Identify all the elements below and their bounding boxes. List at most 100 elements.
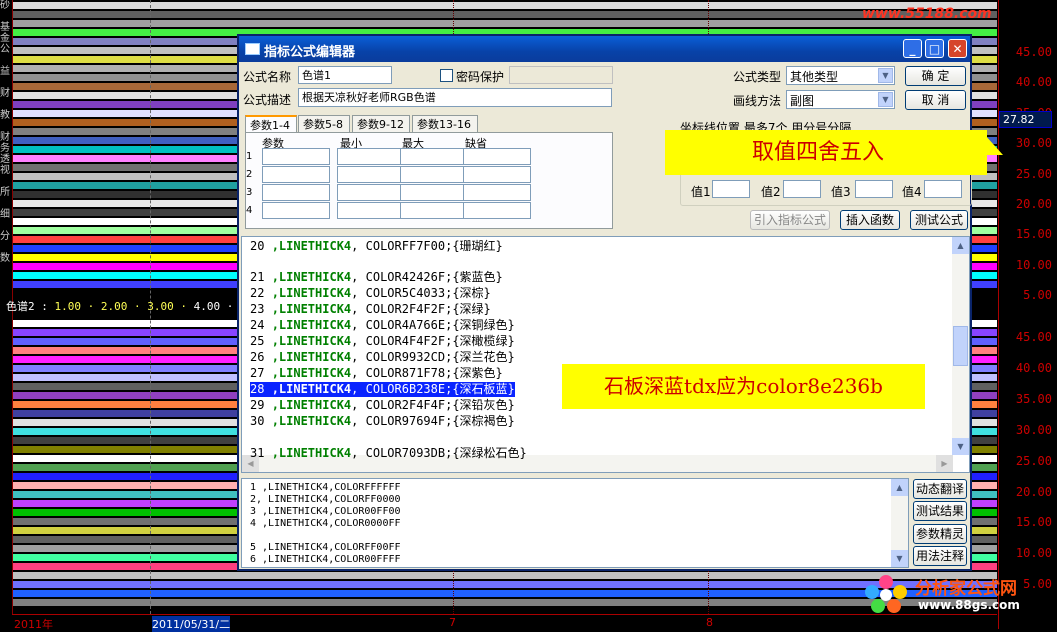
param-cell[interactable]	[337, 202, 405, 219]
code-line[interactable]: 24 ,LINETHICK4, COLOR4A766E;{深铜绿色}	[250, 318, 515, 333]
usage-notes-button[interactable]: 用法注释	[913, 546, 967, 566]
param-cell[interactable]	[400, 166, 468, 183]
formula-code-editor[interactable]: ▲ ▼ ◀ ▶ 20 ,LINETHICK4, COLORFF7F00;{珊瑚红…	[241, 236, 970, 473]
scroll-down-icon[interactable]: ▼	[952, 438, 969, 455]
side-tab-char: 视	[0, 165, 10, 176]
linethick-keyword: ,LINETHICK4	[271, 334, 352, 348]
code-line[interactable]: 22 ,LINETHICK4, COLOR5C4033;{深棕}	[250, 286, 491, 301]
color-value: , COLOR6B238E;	[351, 382, 453, 396]
scroll-up-icon[interactable]: ▲	[891, 479, 908, 496]
output-scrollbar[interactable]: ▲ ▼	[891, 479, 908, 567]
value4-input[interactable]	[924, 180, 962, 198]
axis-tick-label: 35.00	[1015, 391, 1052, 406]
value3-input[interactable]	[855, 180, 893, 198]
test-result-button[interactable]: 测试结果	[913, 501, 967, 521]
param-cell[interactable]	[400, 148, 468, 165]
formula-type-select[interactable]: 其他类型 ▼	[786, 66, 895, 85]
param-cell[interactable]	[262, 202, 330, 219]
value1-input[interactable]	[712, 180, 750, 198]
ok-button[interactable]: 确 定	[905, 66, 966, 86]
param-cell[interactable]	[463, 166, 531, 183]
color-value: , COLOR4F4F2F;	[351, 334, 453, 348]
tab-params-13-16[interactable]: 参数13-16	[412, 115, 478, 132]
color-comment: {深绿}	[452, 302, 491, 316]
left-side-panel[interactable]: 砂 基金公 益 财 教 财务透视 所 细 分 数	[0, 0, 13, 629]
color-comment: {深橄榄绿}	[452, 334, 515, 348]
draw-method-select[interactable]: 副图 ▼	[786, 90, 895, 109]
color-comment: {深绿松石色}	[452, 446, 527, 460]
test-formula-button[interactable]: 测试公式	[910, 210, 968, 230]
minimize-button[interactable]: _	[903, 39, 922, 58]
code-line[interactable]: 26 ,LINETHICK4, COLOR9932CD;{深兰花色}	[250, 350, 515, 365]
line-number: 28	[250, 382, 265, 396]
side-tab-char	[0, 77, 12, 88]
value2-label: 值2	[761, 185, 781, 199]
round-note-callout: 取值四舍五入	[665, 130, 987, 175]
formula-desc-input[interactable]: 根据天凉秋好老师RGB色谱	[298, 88, 612, 107]
tab-params-1-4[interactable]: 参数1-4	[245, 115, 297, 132]
cancel-button[interactable]: 取 消	[905, 90, 966, 110]
scroll-thumb[interactable]	[953, 326, 968, 366]
param-cell[interactable]	[463, 202, 531, 219]
code-line[interactable]: 23 ,LINETHICK4, COLOR2F4F2F;{深绿}	[250, 302, 491, 317]
side-tab-char: 教	[0, 110, 10, 121]
axis-tick-label: 45.00	[1015, 45, 1052, 59]
callout-pointer	[985, 135, 1003, 155]
vertical-scrollbar[interactable]: ▲ ▼	[952, 237, 969, 455]
line-number: 25	[250, 334, 265, 348]
side-tab-char: 基	[0, 22, 10, 33]
param-wizard-button[interactable]: 参数精灵	[913, 524, 967, 544]
color-value: , COLOR97694F;	[351, 414, 453, 428]
param-cell[interactable]	[337, 184, 405, 201]
value3-label: 值3	[831, 185, 851, 199]
side-tab-char: 金	[0, 33, 10, 44]
password-checkbox[interactable]	[440, 69, 453, 82]
value4-label: 值4	[902, 185, 922, 199]
site-logo-top: www.55188.com	[862, 6, 992, 22]
color-comment: {深兰花色}	[452, 350, 515, 364]
code-line[interactable]: 31 ,LINETHICK4, COLOR7093DB;{深绿松石色}	[250, 446, 527, 461]
code-line[interactable]: 30 ,LINETHICK4, COLOR97694F;{深棕褐色}	[250, 414, 515, 429]
param-cell[interactable]	[262, 148, 330, 165]
scroll-right-icon[interactable]: ▶	[936, 455, 953, 472]
axis-tick-label: 10.00	[1015, 257, 1052, 272]
param-cell[interactable]	[463, 184, 531, 201]
param-cell[interactable]	[400, 184, 468, 201]
close-button[interactable]: ✕	[948, 39, 967, 58]
insert-function-button[interactable]: 插入函数	[840, 210, 900, 230]
translation-output[interactable]: ▲ ▼ 1 ,LINETHICK4,COLORFFFFFF 2, LINETHIC…	[241, 478, 909, 568]
code-line[interactable]: 20 ,LINETHICK4, COLORFF7F00;{珊瑚红}	[250, 239, 503, 254]
maximize-button[interactable]: □	[925, 39, 944, 58]
tab-params-9-12[interactable]: 参数9-12	[352, 115, 410, 132]
linethick-keyword: ,LINETHICK4	[271, 286, 352, 300]
import-formula-button[interactable]: 引入指标公式	[750, 210, 830, 230]
dialog-titlebar[interactable]: 指标公式编辑器 _ □ ✕	[239, 36, 970, 62]
param-cell[interactable]	[337, 166, 405, 183]
side-tab-char: 公	[0, 44, 10, 55]
scroll-down-icon[interactable]: ▼	[891, 550, 908, 567]
code-line[interactable]: 27 ,LINETHICK4, COLOR871F78;{深紫色}	[250, 366, 503, 381]
formula-name-input[interactable]: 色谱1	[298, 66, 392, 84]
linethick-keyword: ,LINETHICK4	[271, 382, 352, 396]
param-cell[interactable]	[400, 202, 468, 219]
param-cell[interactable]	[463, 148, 531, 165]
param-cell[interactable]	[262, 166, 330, 183]
scroll-up-icon[interactable]: ▲	[952, 237, 969, 254]
color-stripe	[12, 2, 997, 9]
code-line[interactable]: 21 ,LINETHICK4, COLOR42426F;{紫蓝色}	[250, 270, 503, 285]
dynamic-translate-button[interactable]: 动态翻译	[913, 479, 967, 499]
tab-params-5-8[interactable]: 参数5-8	[298, 115, 350, 132]
indicator-value: 色谱2 :	[6, 300, 55, 313]
price-axis: 45.00 40.00 35.00 30.00 25.00 20.00 15.00 10.00…	[998, 0, 1057, 629]
password-input[interactable]	[509, 66, 613, 84]
code-line-selected[interactable]: 28 ,LINETHICK4, COLOR6B238E;{深石板蓝}	[250, 382, 515, 397]
side-tab-char: 财	[0, 88, 10, 99]
color-value: , COLOR2F4F2F;	[351, 302, 453, 316]
code-line[interactable]: 25 ,LINETHICK4, COLOR4F4F2F;{深橄榄绿}	[250, 334, 515, 349]
side-tab-char: 数	[0, 253, 10, 264]
side-tab-char: 砂	[0, 0, 10, 11]
param-cell[interactable]	[262, 184, 330, 201]
param-cell[interactable]	[337, 148, 405, 165]
code-line[interactable]: 29 ,LINETHICK4, COLOR2F4F4F;{深铅灰色}	[250, 398, 515, 413]
value2-input[interactable]	[783, 180, 821, 198]
